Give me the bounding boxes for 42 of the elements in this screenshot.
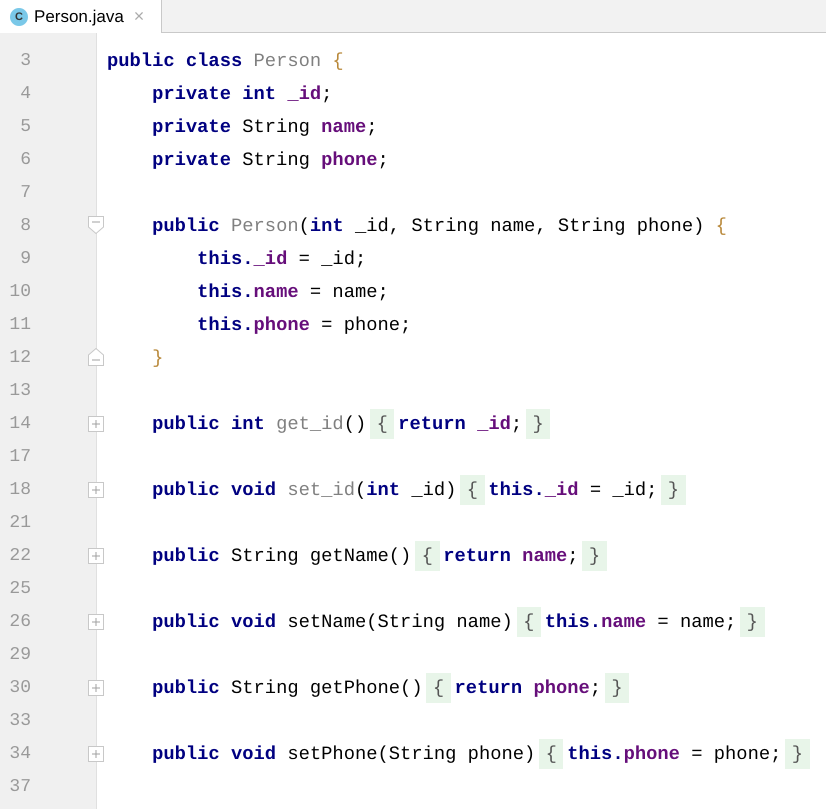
line-number: 22 <box>8 546 31 566</box>
line-number: 6 <box>19 150 31 170</box>
line-number: 18 <box>8 480 31 500</box>
line-number: 34 <box>8 744 31 764</box>
line-number: 21 <box>8 512 31 532</box>
expand-icon[interactable] <box>88 416 104 432</box>
line-number: 33 <box>8 710 31 730</box>
expand-icon[interactable] <box>88 482 104 498</box>
fold-marker-icon[interactable] <box>88 216 104 234</box>
code-line: public class Person { <box>107 50 344 72</box>
fold-marker-icon[interactable] <box>88 348 104 366</box>
line-number: 12 <box>8 348 31 368</box>
line-number: 5 <box>19 116 31 136</box>
line-number: 10 <box>8 282 31 302</box>
line-number: 11 <box>8 314 31 334</box>
line-number: 29 <box>8 644 31 664</box>
code-line: private String name; <box>151 116 378 138</box>
line-number: 3 <box>19 50 31 70</box>
file-tab[interactable]: C Person.java × <box>0 0 162 33</box>
code-line: this.phone = phone; <box>196 314 412 336</box>
line-number: 30 <box>8 678 31 698</box>
line-number: 9 <box>19 248 31 268</box>
line-number: 14 <box>8 414 31 434</box>
expand-icon[interactable] <box>88 548 104 564</box>
line-number: 13 <box>8 380 31 400</box>
expand-icon[interactable] <box>88 614 104 630</box>
expand-icon[interactable] <box>88 746 104 762</box>
class-icon: C <box>10 8 28 26</box>
line-number: 26 <box>8 612 31 632</box>
code-line: public Person(int _id, String name, String phone) { <box>151 214 727 236</box>
code-line: this._id = _id; <box>196 248 366 270</box>
code-line: private int _id; <box>151 82 332 104</box>
code-line: private String phone; <box>151 148 389 170</box>
code-line: this.name = name; <box>196 280 389 302</box>
line-number: 37 <box>8 776 31 796</box>
line-number: 4 <box>19 84 31 104</box>
code-line: } <box>151 346 164 368</box>
line-number: 25 <box>8 578 31 598</box>
line-number: 8 <box>19 216 31 236</box>
line-number: 7 <box>19 182 31 202</box>
line-number: 17 <box>8 446 31 466</box>
expand-icon[interactable] <box>88 680 104 696</box>
